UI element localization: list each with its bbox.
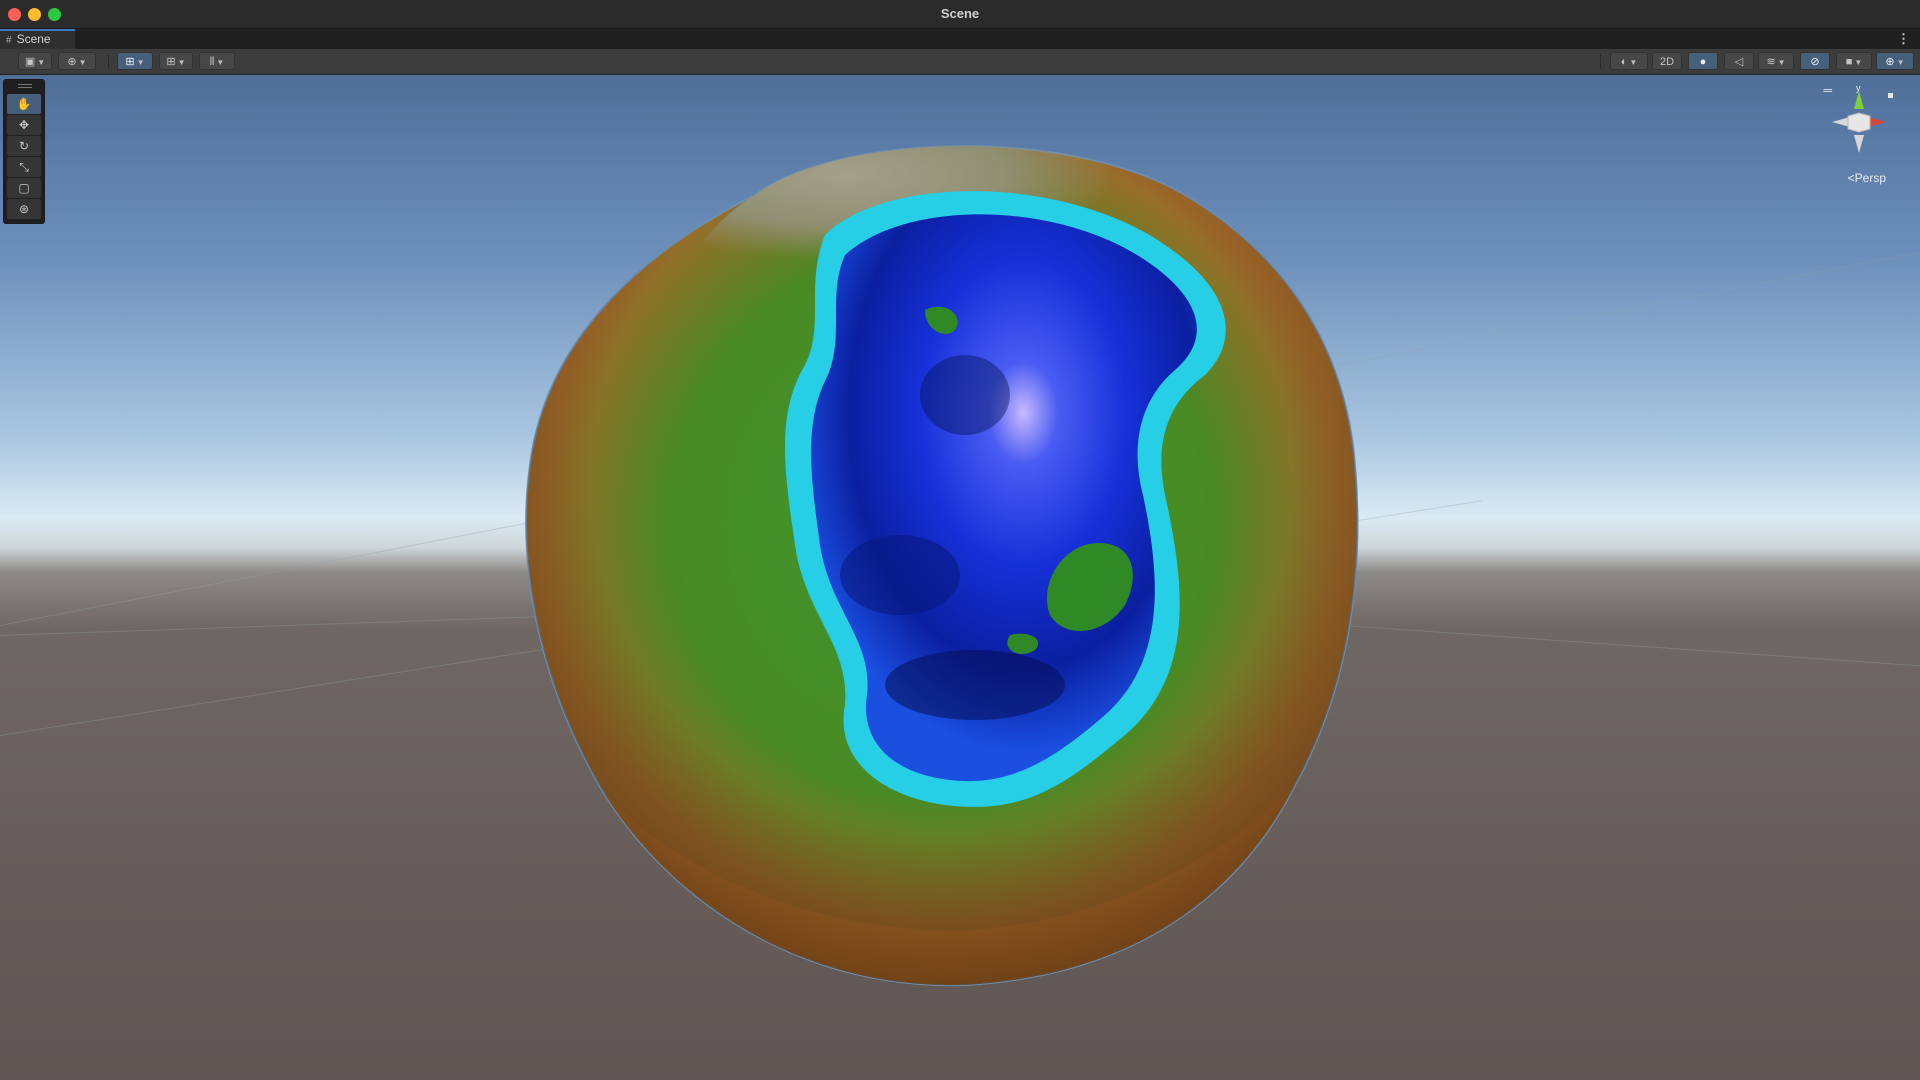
tab-scene-label: Scene [16,32,51,46]
title-bar: Scene [0,0,1920,29]
effects-dropdown[interactable]: ≋ ▼ [1758,52,1794,70]
chevron-down-icon: ▼ [177,58,186,67]
lighting-toggle[interactable]: ● [1688,52,1718,70]
chevron-down-icon: ▼ [78,58,87,67]
rotate-tool-button[interactable]: ↻ [7,136,41,156]
tab-scene[interactable]: # Scene [0,29,75,49]
transform-tool-button[interactable]: ⊛ [7,199,41,219]
chevron-down-icon: ▼ [1629,58,1638,67]
camera-dropdown[interactable]: ■ ▼ [1836,52,1872,70]
global-handle-dropdown[interactable]: ⊕ ▼ [58,52,96,70]
scale-tool-button[interactable]: ⤡ [7,157,41,177]
more-options-icon[interactable]: ⋮ [1897,31,1910,47]
chevron-down-icon: ▼ [1854,58,1863,67]
move-icon: ✥ [18,118,30,132]
grid-visibility-dropdown[interactable]: ⊞ ▼ [159,52,193,70]
shading-mode-dropdown[interactable]: ◐ ▼ [1610,52,1648,70]
gizmos-icon: ⊕ [1885,56,1895,68]
increment-snap-icon: ⫴ [209,56,215,68]
rect-icon: ▢ [18,181,30,195]
increment-snap-dropdown[interactable]: ⫴ ▼ [199,52,235,70]
chevron-down-icon: ▼ [1896,58,1905,67]
snap-grid-icon: ⊞ [125,56,135,68]
scale-icon: ⤡ [19,160,29,174]
projection-prefix: < [1847,171,1855,185]
scene-viewport[interactable]: ✋ ✥ ↻ ⤡ ▢ ⊛ ═ y <Persp [0,75,1920,1080]
rect-tool-button[interactable]: ▢ [7,178,41,198]
tab-bar: # Scene ⋮ [0,29,1920,49]
drag-handle[interactable] [18,84,32,85]
chevron-down-icon: ▼ [1777,58,1786,67]
draw-mode-dropdown[interactable]: ▣ ▼ [18,52,52,70]
planet-mesh[interactable] [505,115,1425,1055]
axis-gizmo-icon: y [1832,83,1893,153]
audio-mute-icon: ◁ [1734,56,1744,68]
projection-label: Persp [1854,171,1886,185]
tool-palette: ✋ ✥ ↻ ⤡ ▢ ⊛ [3,79,45,224]
globe-icon: ⊕ [67,56,77,68]
move-tool-button[interactable]: ✥ [7,115,41,135]
rotate-icon: ↻ [18,139,30,153]
chevron-down-icon: ▼ [136,58,145,67]
effects-icon: ≋ [1766,56,1776,68]
hand-icon: ✋ [16,97,32,111]
toolbar-divider [1600,54,1601,69]
view-tool-button[interactable]: ✋ [7,94,41,114]
scene-toolbar: ▣ ▼ ⊕ ▼ ⊞ ▼ ⊞ ▼ ⫴ ▼ ◐ ▼ 2D ● ◁ ≋ ▼ ⊘ ■ ▼ ⊕ ▼ [0,49,1920,75]
camera-icon: ■ [1845,56,1853,68]
grid-icon: ⊞ [166,56,176,68]
light-bulb-icon: ● [1699,56,1707,68]
window-title: Scene [940,6,980,21]
grid-icon: # [6,35,12,46]
shading-sphere-icon: ◐ [1620,56,1628,68]
snap-to-grid-dropdown[interactable]: ⊞ ▼ [117,52,153,70]
gizmos-dropdown[interactable]: ⊕ ▼ [1876,52,1914,70]
transform-icon: ⊛ [18,202,30,216]
chevron-down-icon: ▼ [216,58,225,67]
gizmo-y-label: y [1856,83,1861,93]
hidden-objects-toggle[interactable]: ⊘ [1800,52,1830,70]
chevron-down-icon: ▼ [37,58,46,67]
audio-toggle[interactable]: ◁ [1724,52,1754,70]
toolbar-divider [108,54,109,69]
projection-toggle[interactable]: <Persp [1848,171,1886,185]
unity-scene-window: Scene # Scene ⋮ ▣ ▼ ⊕ ▼ ⊞ ▼ ⊞ ▼ ⫴ ▼ ◐ ▼ 2D ● ◁ … [0,0,1920,1080]
orientation-gizmo[interactable]: y [1814,83,1904,183]
eye-off-icon: ⊘ [1810,56,1820,68]
draw-mode-icon: ▣ [24,56,36,68]
toggle-2d-button[interactable]: 2D [1652,52,1682,70]
